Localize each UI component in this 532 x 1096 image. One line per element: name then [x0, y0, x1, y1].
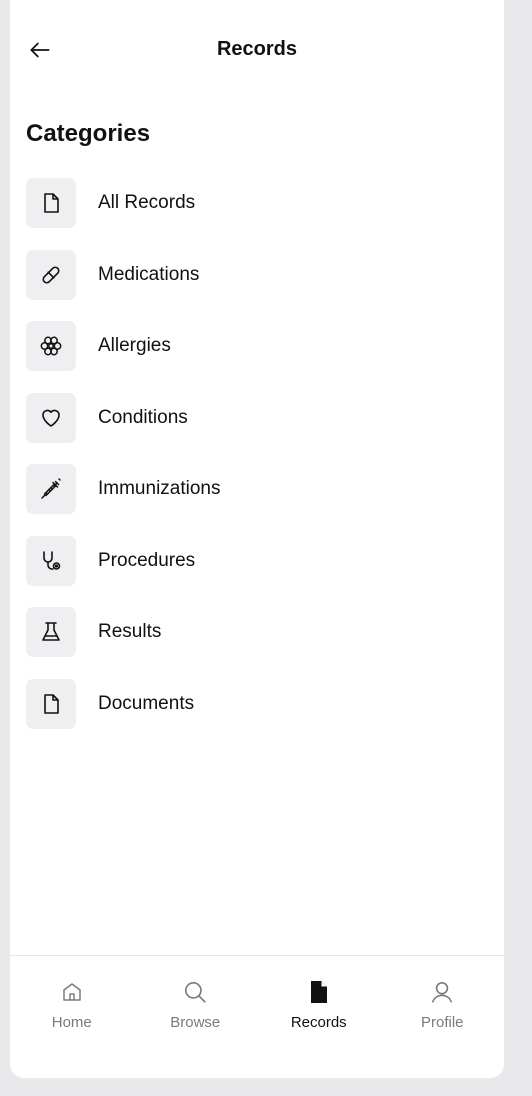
category-item-medications[interactable]: Medications [10, 247, 504, 319]
category-icon-box [26, 464, 76, 514]
app-screen: Records Categories All Records Medicatio… [10, 0, 504, 1078]
pill-icon [39, 263, 63, 287]
home-icon [59, 978, 85, 1006]
tab-records[interactable]: Records [257, 956, 381, 1078]
category-label: Immunizations [98, 478, 221, 499]
category-item-results[interactable]: Results [10, 604, 504, 676]
category-label: Conditions [98, 406, 188, 428]
tab-browse[interactable]: Browse [134, 956, 258, 1078]
page-title: Records [216, 38, 298, 60]
file-icon [39, 191, 63, 215]
category-item-documents[interactable]: Documents [10, 676, 504, 748]
category-icon-box [26, 678, 76, 729]
category-item-conditions[interactable]: Conditions [10, 390, 504, 462]
flower-icon [39, 334, 63, 358]
top-bar: Records [10, 0, 504, 98]
user-icon [429, 978, 455, 1006]
category-label: Allergies [98, 335, 171, 356]
category-item-procedures[interactable]: Procedures [10, 533, 504, 605]
section-title: Categories [26, 120, 151, 147]
stethoscope-icon [39, 549, 63, 573]
search-icon [182, 978, 208, 1006]
category-icon-box [26, 392, 76, 443]
category-list: All Records Medications Allergies Condit… [10, 175, 504, 747]
file-filled-icon [306, 978, 332, 1006]
tab-label: Profile [420, 1014, 464, 1031]
category-label: Medications [98, 263, 200, 285]
category-icon-box [26, 607, 76, 657]
tab-label: Browse [170, 1014, 221, 1031]
category-label: Procedures [98, 549, 196, 571]
heart-icon [39, 406, 63, 430]
bottom-tab-bar: Home Browse Records Profile [10, 955, 504, 1078]
tab-profile[interactable]: Profile [381, 956, 505, 1078]
category-item-allergies[interactable]: Allergies [10, 318, 504, 390]
category-icon-box [26, 321, 76, 371]
category-label: Documents [98, 692, 195, 714]
category-label: Results [98, 621, 162, 642]
category-item-immunizations[interactable]: Immunizations [10, 461, 504, 533]
category-icon-box [26, 249, 76, 300]
tab-label: Home [51, 1014, 92, 1031]
category-label: All Records [98, 192, 196, 213]
syringe-icon [39, 477, 63, 501]
flask-icon [39, 620, 63, 644]
category-icon-box [26, 178, 76, 228]
category-item-all-records[interactable]: All Records [10, 175, 504, 247]
file-icon [39, 692, 63, 716]
tab-home[interactable]: Home [10, 956, 134, 1078]
tab-label: Records [290, 1014, 347, 1031]
category-icon-box [26, 535, 76, 586]
